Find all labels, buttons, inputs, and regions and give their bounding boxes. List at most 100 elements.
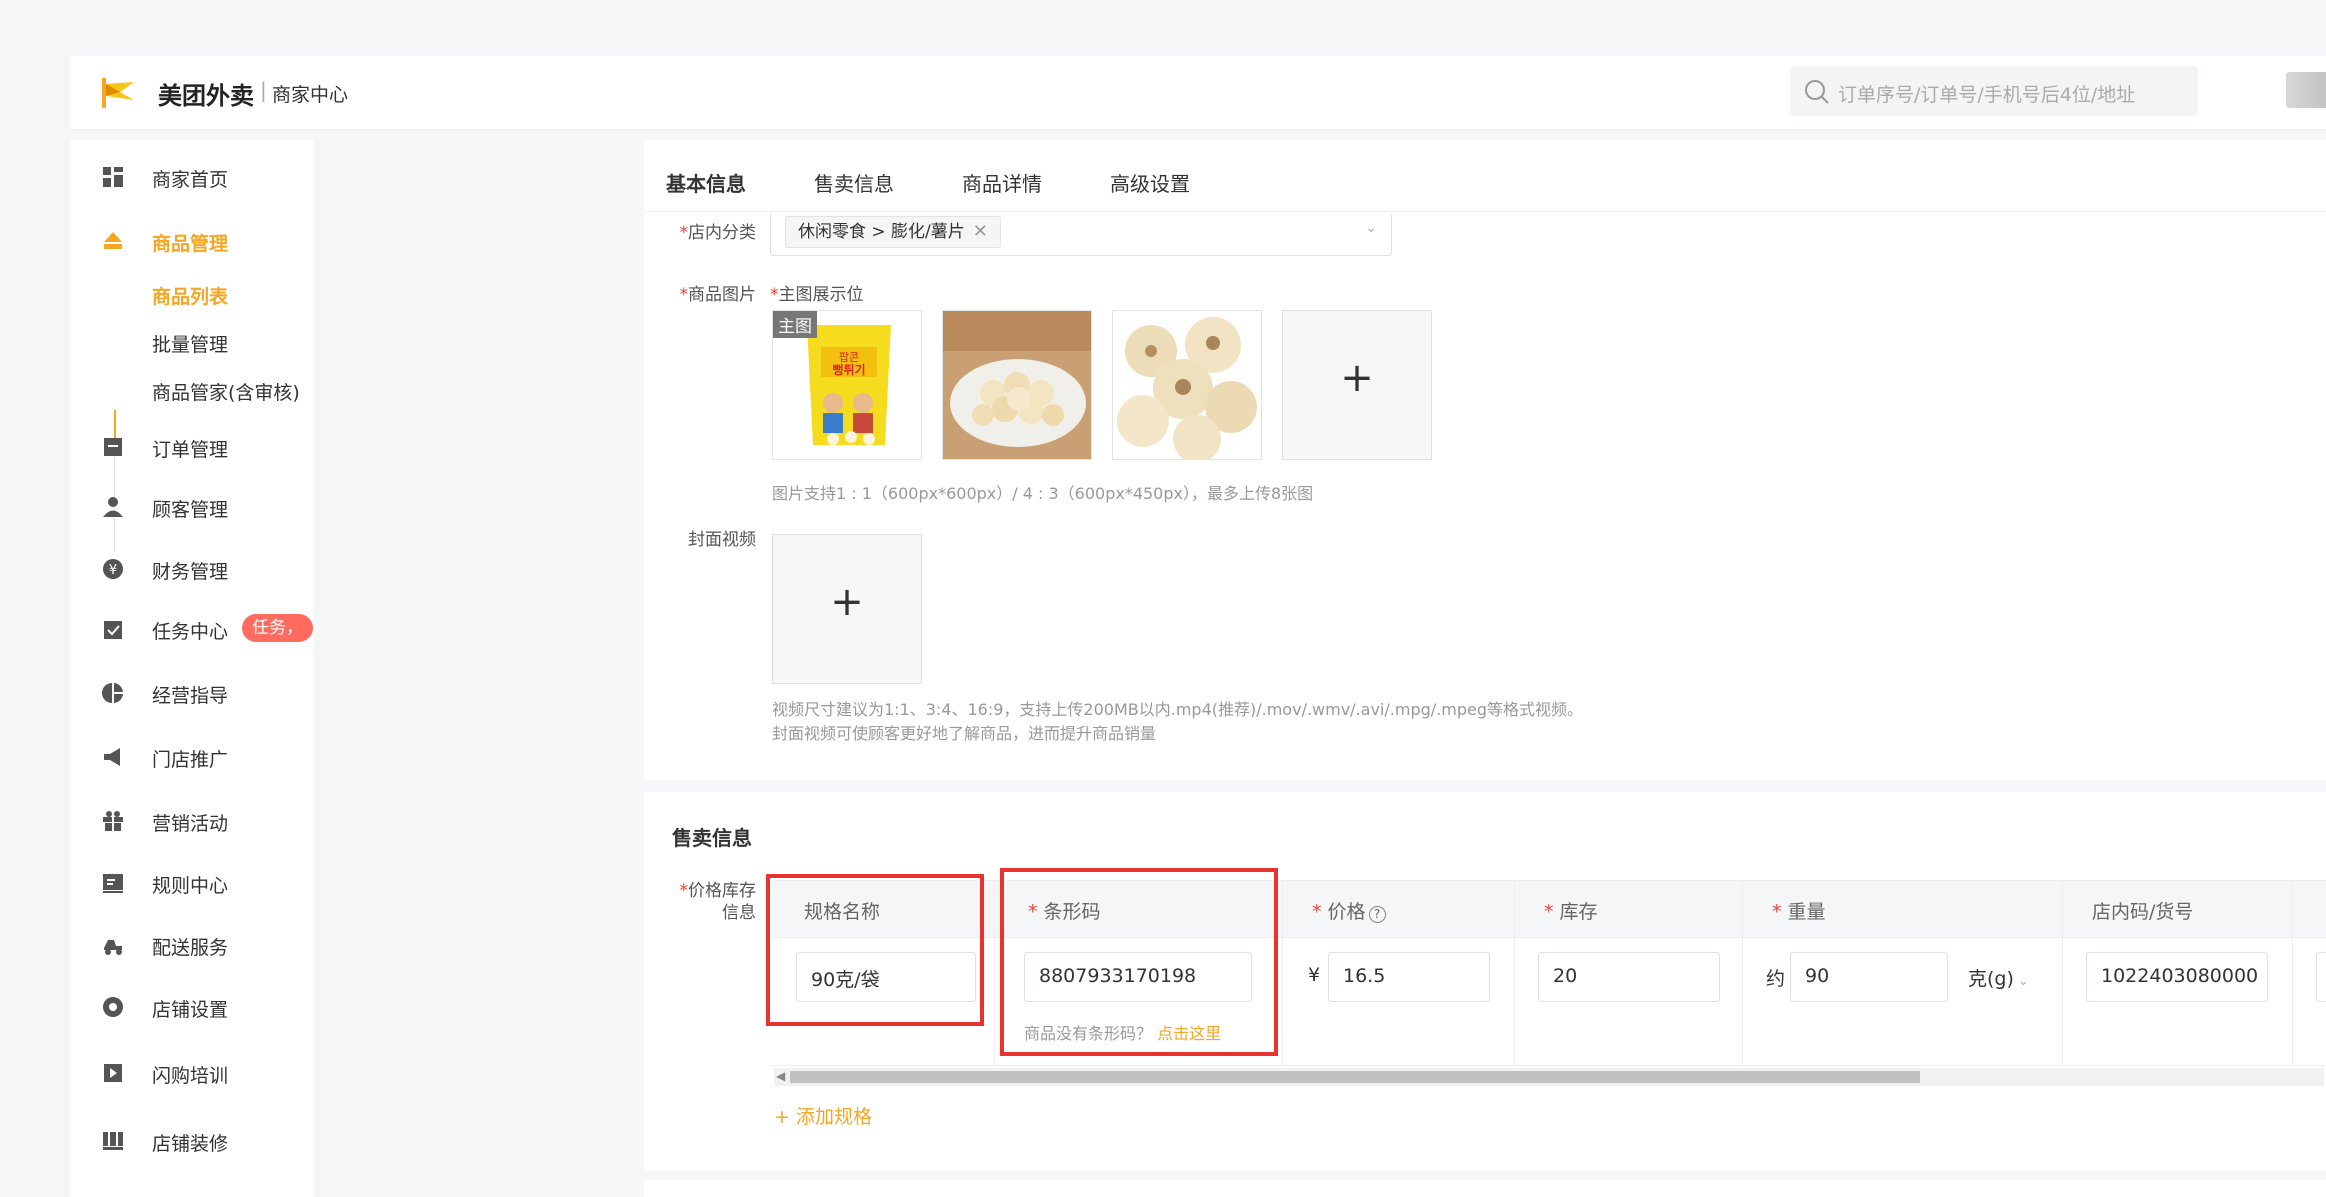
main-display-label: *主图展示位 [770, 285, 864, 305]
add-image-button[interactable]: + [1282, 310, 1432, 460]
help-icon[interactable]: ? [1368, 906, 1386, 923]
table-scrollbar[interactable]: ◀ [774, 1068, 2324, 1086]
chevron-down-icon: ⌄ [2017, 974, 2029, 989]
next-column-input[interactable] [2316, 952, 2326, 1002]
sidebar: 商家首页 商品管理 商品列表 批量管理 商品管家(含审核) 订单管理 顾客管理 … [70, 140, 314, 1197]
sidebar-item-label: 经营指导 [152, 685, 229, 707]
tab-product-detail[interactable]: 商品详情 [962, 168, 1042, 197]
weight-unit-select[interactable]: 克(g) ⌄ [1968, 964, 2029, 991]
sidebar-item-label: 订单管理 [152, 439, 229, 461]
sidebar-item-label: 配送服务 [152, 937, 229, 959]
order-icon [104, 438, 122, 456]
product-image-3[interactable] [1112, 310, 1262, 460]
search-placeholder: 订单序号/订单号/手机号后4位/地址 [1838, 84, 2136, 106]
video-hint-benefit: 封面视频可使顾客更好地了解商品，进而提升商品销量 [772, 724, 1157, 743]
lotus-seed-bowl-image [943, 311, 1091, 459]
puffed-snack-closeup-image [1113, 311, 1261, 459]
column-weight: * 重量 [1772, 901, 1826, 923]
column-stock: * 库存 [1544, 901, 1598, 923]
task-badge: 任务， [242, 614, 313, 642]
scrollbar-thumb[interactable] [790, 1071, 1920, 1083]
sidebar-item-label: 营销活动 [152, 813, 229, 835]
sidebar-item-label: 店铺装修 [152, 1133, 229, 1155]
image-hint: 图片支持1 : 1（600px*600px）/ 4 : 3（600px*450p… [772, 484, 1314, 503]
sidebar-item-label: 顾客管理 [152, 499, 229, 521]
category-label: *店内分类 [679, 223, 757, 243]
highlight-barcode-box [1000, 868, 1278, 1056]
plus-icon: + [830, 579, 864, 625]
basic-info-panel: 基本信息 售卖信息 商品详情 高级设置 *店内分类 休闲零食 > 膨化/薯片 ✕ … [644, 140, 2326, 780]
product-icon [104, 232, 122, 249]
sidebar-subitem-product-manager[interactable]: 商品管家(含审核) [152, 378, 300, 412]
column-price: * 价格? [1312, 897, 1386, 924]
sidebar-subitem-product-list[interactable]: 商品列表 [152, 282, 228, 316]
category-select[interactable]: 休闲零食 > 膨化/薯片 ✕ ⌄ [770, 214, 1392, 256]
gift-icon [103, 811, 123, 831]
main-image-tag: 主图 [773, 311, 817, 338]
sidebar-item-customers[interactable]: 顾客管理 [70, 484, 314, 528]
scroll-left-icon[interactable]: ◀ [776, 1069, 785, 1083]
sidebar-item-training[interactable]: 闪购培训 [70, 1050, 314, 1094]
sidebar-item-marketing[interactable]: 营销活动 [70, 798, 314, 842]
sidebar-item-finance[interactable]: ¥ 财务管理 [70, 546, 314, 590]
sidebar-item-product[interactable]: 商品管理 [70, 218, 314, 262]
finance-icon: ¥ [103, 559, 123, 579]
weight-prefix: 约 [1766, 968, 1786, 990]
sidebar-item-label: 任务中心 [152, 621, 229, 643]
weight-input[interactable]: 90 [1790, 952, 1948, 1002]
sidebar-item-home[interactable]: 商家首页 [70, 154, 314, 198]
settings-icon [103, 997, 123, 1017]
decoration-icon [103, 1132, 123, 1150]
close-icon[interactable]: ✕ [973, 221, 988, 242]
sidebar-item-decoration[interactable]: 店铺装修 [70, 1118, 314, 1162]
sidebar-item-label: 商品管理 [152, 233, 229, 255]
search-icon [1805, 80, 1829, 104]
meituan-logo-icon [102, 78, 134, 108]
user-avatar[interactable] [2286, 72, 2326, 108]
brand-separator: | [260, 78, 267, 102]
currency-symbol: ¥ [1308, 964, 1321, 986]
video-hint-format: 视频尺寸建议为1:1、3:4、16:9，支持上传200MB以内.mp4(推荐)/… [772, 700, 1583, 719]
image-label: *商品图片 [679, 285, 757, 305]
highlight-spec-name-box [766, 874, 984, 1026]
column-store-code: 店内码/货号 [2092, 901, 2194, 923]
price-input[interactable]: 16.5 [1328, 952, 1490, 1002]
sidebar-item-label: 闪购培训 [152, 1065, 229, 1087]
sidebar-item-guidance[interactable]: 经营指导 [70, 670, 314, 714]
product-image-1[interactable]: 팝콘 뻥튀기 主图 [772, 310, 922, 460]
customer-icon [103, 497, 123, 517]
sidebar-item-store-settings[interactable]: 店铺设置 [70, 984, 314, 1028]
delivery-icon [104, 940, 122, 955]
form-tabs: 基本信息 售卖信息 商品详情 高级设置 [644, 140, 2326, 212]
product-image-2[interactable] [942, 310, 1092, 460]
add-video-button[interactable]: + [772, 534, 922, 684]
order-search-input[interactable]: 订单序号/订单号/手机号后4位/地址 [1790, 66, 2198, 116]
megaphone-icon [104, 748, 120, 766]
sidebar-item-label: 商家首页 [152, 169, 229, 191]
video-label: 封面视频 [688, 530, 756, 550]
sidebar-item-delivery[interactable]: 配送服务 [70, 922, 314, 966]
tab-advanced[interactable]: 高级设置 [1110, 168, 1190, 197]
top-header: 美团外卖 | 商家中心 订单序号/订单号/手机号后4位/地址 [70, 56, 2326, 130]
dashboard-icon [103, 167, 123, 187]
next-section-edge [644, 1180, 2326, 1197]
plus-icon: + [1340, 355, 1374, 401]
brand-name: 美团外卖 [158, 82, 254, 110]
tab-sales-info[interactable]: 售卖信息 [814, 168, 894, 197]
tab-basic-info[interactable]: 基本信息 [666, 168, 746, 197]
brand-subtitle: 商家中心 [272, 84, 349, 106]
sales-section-title: 售卖信息 [672, 826, 752, 850]
store-code-input[interactable]: 1022403080000 [2086, 952, 2268, 1002]
chart-icon [102, 683, 123, 703]
chevron-down-icon: ⌄ [1365, 220, 1377, 236]
sidebar-subitem-batch[interactable]: 批量管理 [152, 330, 228, 364]
add-spec-button[interactable]: + 添加规格 [774, 1102, 872, 1129]
sidebar-item-tasks[interactable]: 任务中心 任务， [70, 606, 314, 650]
task-icon [104, 621, 122, 639]
sidebar-item-label: 规则中心 [152, 875, 229, 897]
sidebar-item-rules[interactable]: 规则中心 [70, 860, 314, 904]
svg-text:뻥튀기: 뻥튀기 [832, 362, 865, 377]
sidebar-item-orders[interactable]: 订单管理 [70, 424, 314, 468]
sidebar-item-promotion[interactable]: 门店推广 [70, 734, 314, 778]
stock-input[interactable]: 20 [1538, 952, 1720, 1002]
